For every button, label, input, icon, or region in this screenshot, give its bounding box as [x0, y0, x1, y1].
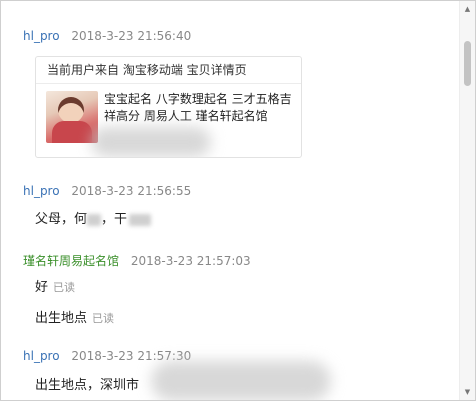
blur-mask	[129, 213, 152, 226]
product-title[interactable]: 宝宝起名 八字数理起名 三才五格吉祥高分 周易人工 瑾名轩起名馆	[104, 91, 294, 125]
sender-name[interactable]: 瑾名轩周易起名馆	[23, 254, 119, 268]
message-text: 好已读	[35, 280, 76, 295]
blur-mask	[91, 127, 211, 157]
chat-history[interactable]: hl_pro 2018-3-23 21:56:40 当前用户来自 淘宝移动端 宝…	[1, 1, 459, 400]
sender-name[interactable]: hl_pro	[23, 349, 60, 363]
product-thumbnail[interactable]	[46, 91, 98, 143]
read-status: 已读	[53, 281, 76, 294]
message-text: 父母，何 ，干	[35, 208, 152, 227]
vertical-scrollbar[interactable]: ▲ ▼	[459, 1, 475, 400]
message-time: 2018-3-23 21:57:03	[130, 254, 251, 268]
read-status: 已读	[92, 312, 115, 325]
message-header: 瑾名轩周易起名馆 2018-3-23 21:57:03	[23, 252, 251, 269]
sender-name[interactable]: hl_pro	[23, 29, 60, 43]
sender-name[interactable]: hl_pro	[23, 184, 60, 198]
scroll-up-icon[interactable]: ▲	[460, 2, 475, 16]
scroll-thumb[interactable]	[464, 41, 471, 86]
message-time: 2018-3-23 21:56:55	[71, 184, 192, 198]
message-header: hl_pro 2018-3-23 21:56:55	[23, 184, 191, 198]
message-text: 出生地点，深圳市	[35, 378, 140, 393]
product-card[interactable]: 当前用户来自 淘宝移动端 宝贝详情页 宝宝起名 八字数理起名 三才五格吉祥高分 …	[35, 56, 302, 158]
blur-mask	[151, 361, 331, 400]
blur-mask	[87, 213, 102, 226]
scroll-down-icon[interactable]: ▼	[460, 385, 475, 399]
card-source: 当前用户来自 淘宝移动端 宝贝详情页	[36, 57, 301, 84]
message-time: 2018-3-23 21:56:40	[71, 29, 192, 43]
message-header: hl_pro 2018-3-23 21:56:40	[23, 29, 191, 43]
chat-window: hl_pro 2018-3-23 21:56:40 当前用户来自 淘宝移动端 宝…	[0, 0, 476, 401]
message-text: 出生地点 已读	[35, 311, 115, 326]
